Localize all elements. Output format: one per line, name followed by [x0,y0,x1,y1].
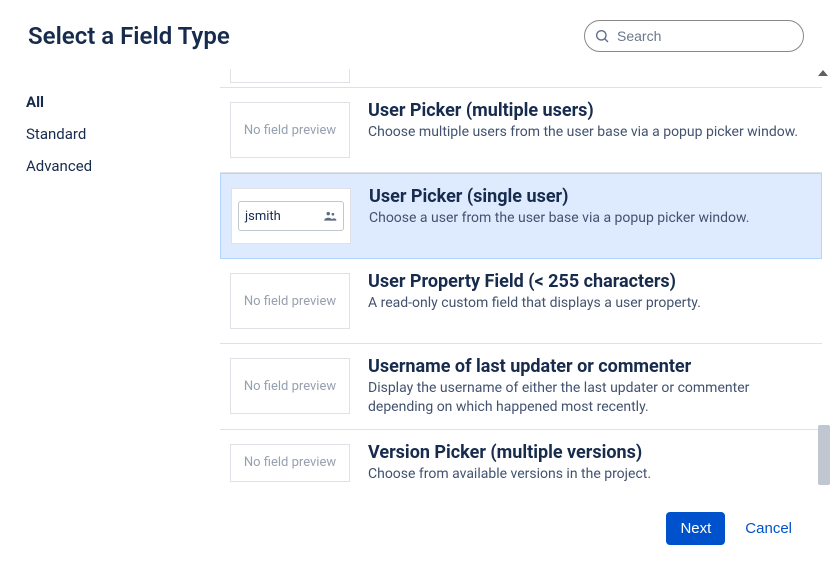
field-row-partial-above[interactable] [220,69,822,88]
field-preview-box: No field preview [230,102,350,158]
field-title: Version Picker (multiple versions) [368,442,802,463]
field-preview-box: No field preview [230,358,350,414]
field-title: User Property Field (< 255 characters) [368,271,802,292]
field-row[interactable]: No field preview Version Picker (multipl… [220,430,822,496]
field-info: Username of last updater or commenter Di… [368,352,812,421]
sidebar-item-all[interactable]: All [20,86,220,118]
field-preview-box: No field preview [230,444,350,482]
field-description: Choose from available versions in the pr… [368,465,802,484]
field-row[interactable]: No field preview Username of last update… [220,344,822,430]
field-row[interactable]: No field preview User Picker (multiple u… [220,88,822,173]
search-input[interactable] [584,20,804,52]
field-info: User Picker (multiple users) Choose mult… [368,96,812,164]
field-preview-box: No field preview [230,273,350,329]
scrollbar-thumb[interactable] [818,425,830,485]
field-category-sidebar: All Standard Advanced [0,68,220,498]
search-wrap [584,20,804,52]
field-description: Choose multiple users from the user base… [368,123,802,142]
field-description: A read-only custom field that displays a… [368,294,802,313]
field-preview-box [230,69,350,83]
sidebar-item-advanced[interactable]: Advanced [20,150,220,182]
field-info: Version Picker (multiple versions) Choos… [368,438,812,488]
dialog-title: Select a Field Type [28,22,230,50]
user-picker-preview-input: jsmith [238,201,344,231]
field-row[interactable]: No field preview User Property Field (< … [220,259,822,344]
field-info: User Property Field (< 255 characters) A… [368,267,812,335]
field-row[interactable]: jsmith User Picker (single user) Choose … [220,173,822,259]
field-type-list[interactable]: No field preview User Picker (multiple u… [220,68,832,498]
cancel-button[interactable]: Cancel [745,520,792,537]
people-icon [323,209,337,223]
field-description: Display the username of either the last … [368,379,802,417]
field-title: User Picker (multiple users) [368,100,802,121]
search-icon [594,28,610,44]
field-title: User Picker (single user) [369,186,801,207]
sidebar-item-standard[interactable]: Standard [20,118,220,150]
user-picker-preview-value: jsmith [245,209,281,224]
dialog-footer: Next Cancel [0,496,832,573]
next-button[interactable]: Next [666,512,725,545]
field-preview-box: jsmith [231,188,351,244]
field-description: Choose a user from the user base via a p… [369,209,801,228]
scroll-up-arrow-icon[interactable] [818,70,828,76]
field-title: Username of last updater or commenter [368,356,802,377]
field-info: User Picker (single user) Choose a user … [369,182,811,250]
